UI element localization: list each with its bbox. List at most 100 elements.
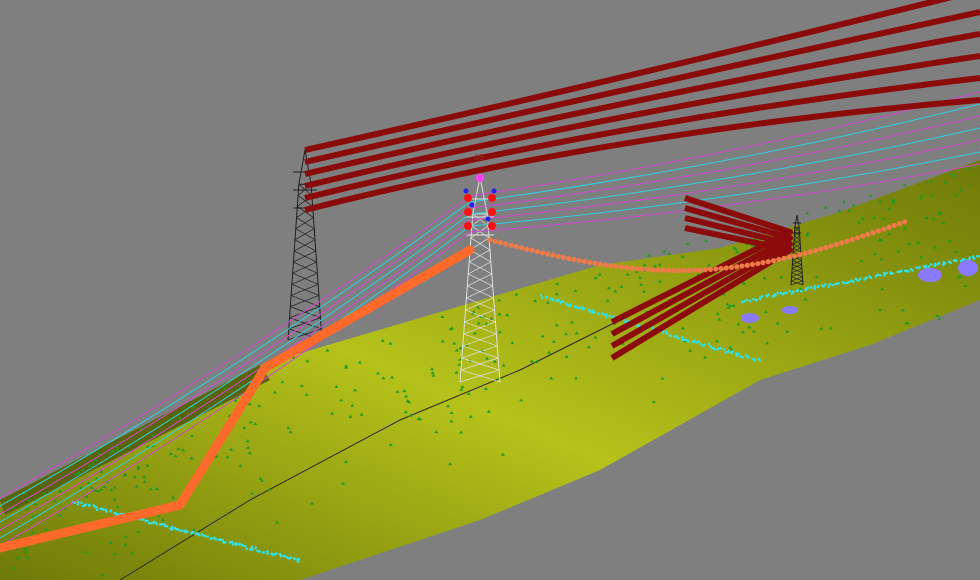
road-point <box>109 509 113 512</box>
sag-point <box>534 248 540 255</box>
road-point <box>779 291 783 295</box>
road-point <box>210 536 213 540</box>
sag-point <box>655 267 661 273</box>
tree-point <box>703 238 708 242</box>
point-cloud-viewport[interactable]: 05 <box>0 0 980 580</box>
road-point <box>806 286 810 289</box>
road-point <box>774 294 777 297</box>
tree-point <box>805 211 810 215</box>
road-point <box>882 271 886 275</box>
road-point <box>244 544 247 548</box>
sag-point <box>707 266 714 272</box>
insulator-blue <box>491 188 497 194</box>
road-point <box>842 281 846 285</box>
sag-point <box>828 243 834 249</box>
road-point <box>552 298 555 302</box>
sag-point <box>718 265 724 272</box>
tower-peak <box>298 149 312 185</box>
road-point <box>697 340 700 344</box>
sag-point <box>728 264 735 270</box>
road-point <box>915 266 918 269</box>
road-point <box>95 506 98 509</box>
road-point <box>743 299 747 303</box>
sag-point <box>807 249 813 255</box>
tower-brace <box>467 273 492 287</box>
sag-point <box>702 267 708 273</box>
road-point <box>878 274 882 277</box>
heavy-conductor <box>304 97 980 213</box>
road-point <box>748 299 752 303</box>
road-point <box>163 524 167 528</box>
road-point <box>176 527 179 531</box>
road-point <box>557 298 560 302</box>
road-point <box>809 286 813 289</box>
road-point <box>251 548 254 551</box>
road-point <box>703 343 706 347</box>
road-point <box>82 504 85 508</box>
road-point <box>972 257 976 260</box>
road-point <box>258 550 262 553</box>
road-point <box>822 285 825 288</box>
road-point <box>962 258 966 261</box>
road-point <box>746 356 750 359</box>
sag-point <box>676 267 682 274</box>
insulator-blue <box>469 202 475 208</box>
lidar-scene[interactable]: 05 <box>0 0 980 580</box>
road-point <box>869 276 873 280</box>
building-point <box>741 313 759 323</box>
road-point <box>823 283 827 286</box>
sag-point <box>629 265 635 271</box>
road-point <box>289 556 293 559</box>
road-point <box>937 261 941 265</box>
sag-point <box>744 262 750 268</box>
sag-point <box>634 266 640 272</box>
road-point <box>669 334 673 338</box>
insulator-red <box>488 222 496 230</box>
insulator-red <box>488 208 496 216</box>
building-point <box>958 260 978 276</box>
sag-point <box>524 246 530 252</box>
road-point <box>102 508 105 511</box>
road-point <box>266 550 269 553</box>
road-point <box>206 535 210 538</box>
sag-point <box>671 267 677 274</box>
tree-point <box>667 251 672 255</box>
road-point <box>722 348 726 351</box>
sag-point <box>608 263 614 269</box>
road-point <box>734 352 738 355</box>
tower-brace <box>466 285 493 299</box>
sag-point <box>587 259 593 266</box>
road-point <box>692 340 696 344</box>
tower-brace <box>468 261 492 275</box>
road-point <box>250 545 254 549</box>
road-point <box>713 347 716 351</box>
road-point <box>266 552 270 555</box>
road-point <box>753 358 756 361</box>
road-point <box>911 269 914 272</box>
road-point <box>724 351 728 354</box>
road-point <box>569 304 572 308</box>
road-point <box>933 264 937 268</box>
road-point <box>785 291 789 295</box>
sag-point <box>854 235 861 241</box>
road-point <box>891 272 895 275</box>
sag-point <box>560 254 567 260</box>
sag-point <box>492 238 498 244</box>
road-point <box>566 303 570 307</box>
road-point <box>146 519 149 523</box>
sag-point <box>581 258 588 265</box>
road-point <box>76 500 80 504</box>
sag-point <box>650 267 656 273</box>
road-point <box>699 342 703 346</box>
road-point <box>885 271 888 275</box>
tree-point <box>837 209 842 213</box>
road-point <box>687 340 690 343</box>
tree-point <box>647 253 652 257</box>
road-point <box>681 338 684 341</box>
road-point <box>296 560 300 563</box>
road-point <box>239 542 242 546</box>
road-point <box>852 280 855 283</box>
sag-point <box>865 231 871 237</box>
road-point <box>954 259 958 262</box>
road-point <box>221 539 225 542</box>
